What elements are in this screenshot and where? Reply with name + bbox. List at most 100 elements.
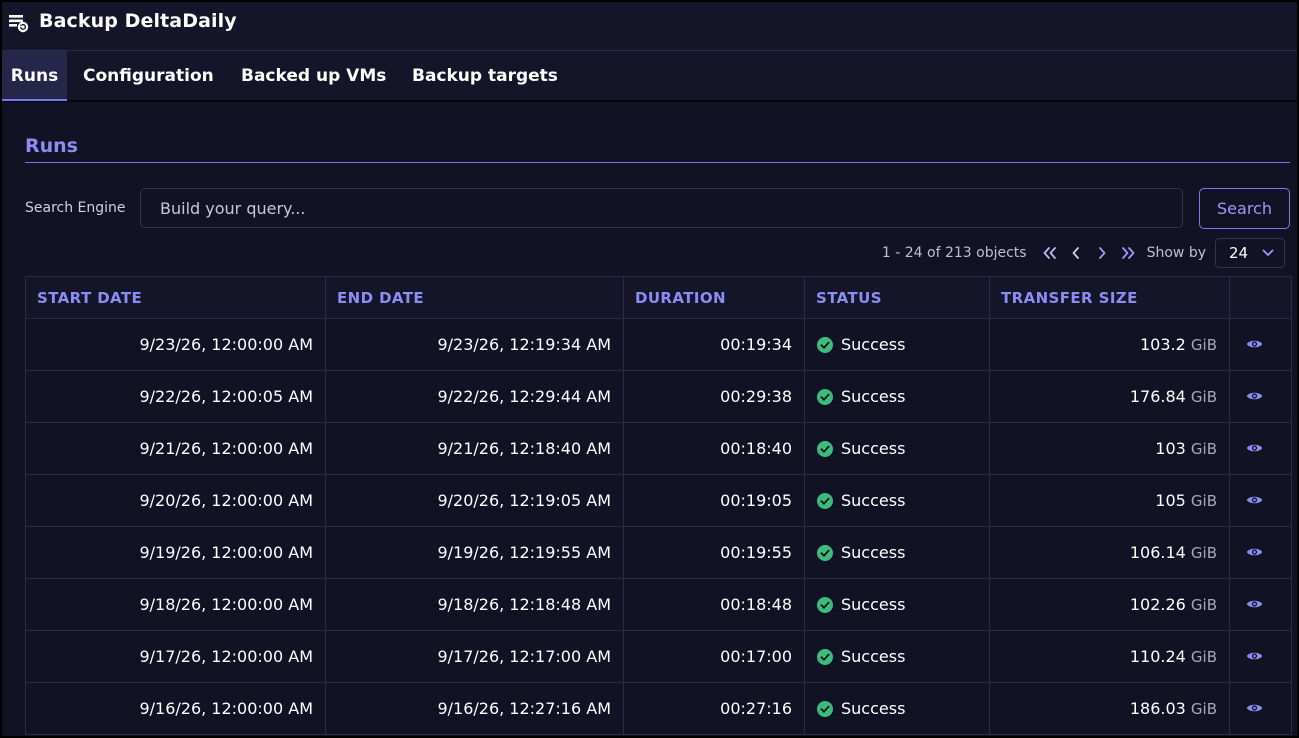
search-input[interactable] [140, 188, 1183, 228]
transfer-size-cell: 105 GiB [989, 474, 1230, 527]
transfer-size-unit: GiB [1190, 336, 1217, 354]
column-header-duration[interactable]: DURATION [623, 276, 805, 319]
transfer-size-unit: GiB [1190, 492, 1217, 510]
transfer-size-unit: GiB [1190, 440, 1217, 458]
app-header: Backup DeltaDaily [2, 2, 1297, 51]
page-size-value: 24 [1229, 244, 1249, 262]
transfer-size-cell: 103.2 GiB [989, 318, 1230, 371]
view-cell [1229, 318, 1292, 371]
transfer-size-value: 102.26 [1129, 595, 1186, 614]
success-check-icon [817, 388, 833, 405]
transfer-size-value: 186.03 [1129, 699, 1186, 718]
tab-configuration[interactable]: Configuration [83, 51, 214, 101]
view-cell [1229, 422, 1292, 475]
transfer-size-value: 103 [1155, 439, 1186, 458]
success-check-icon [817, 492, 833, 509]
view-cell [1229, 526, 1292, 579]
eye-icon[interactable] [1246, 494, 1263, 506]
transfer-size-unit: GiB [1190, 596, 1217, 614]
duration-cell: 00:27:16 [623, 682, 805, 735]
next-page-icon[interactable] [1089, 240, 1115, 266]
table-header: START DATE END DATE DURATION STATUS TRAN… [25, 276, 1292, 319]
status-text: Success [841, 439, 906, 458]
eye-icon[interactable] [1246, 390, 1263, 402]
transfer-size-value: 106.14 [1129, 543, 1186, 562]
eye-icon[interactable] [1246, 338, 1263, 350]
eye-icon[interactable] [1246, 546, 1263, 558]
end-date-cell: 9/23/26, 12:19:34 AM [325, 318, 624, 371]
search-button[interactable]: Search [1199, 188, 1290, 229]
chevron-down-icon [1262, 249, 1274, 256]
transfer-size-cell: 106.14 GiB [989, 526, 1230, 579]
app-title: Backup DeltaDaily [39, 10, 237, 32]
transfer-size-value: 110.24 [1129, 647, 1186, 666]
column-header-end-date[interactable]: END DATE [325, 276, 624, 319]
transfer-size-value: 103.2 [1140, 335, 1186, 354]
transfer-size-value: 105 [1155, 491, 1186, 510]
table-row[interactable]: 9/20/26, 12:00:00 AM 9/20/26, 12:19:05 AM… [25, 474, 1292, 527]
section-divider [25, 162, 1290, 163]
column-header-actions [1229, 276, 1292, 319]
app-window: Backup DeltaDaily Runs Configuration Bac… [0, 0, 1299, 738]
status-cell: Success [804, 422, 990, 475]
transfer-size-value: 176.84 [1129, 387, 1186, 406]
end-date-cell: 9/21/26, 12:18:40 AM [325, 422, 624, 475]
eye-icon[interactable] [1246, 702, 1263, 714]
table-row[interactable]: 9/17/26, 12:00:00 AM 9/17/26, 12:17:00 AM… [25, 630, 1292, 683]
pagination-range: 1 - 24 of 213 objects [881, 245, 1027, 261]
status-cell: Success [804, 578, 990, 631]
eye-icon[interactable] [1246, 598, 1263, 610]
column-header-start-date[interactable]: START DATE [25, 276, 326, 319]
end-date-cell: 9/22/26, 12:29:44 AM [325, 370, 624, 423]
table-row[interactable]: 9/23/26, 12:00:00 AM 9/23/26, 12:19:34 AM… [25, 318, 1292, 371]
first-page-icon[interactable] [1037, 240, 1063, 266]
backup-job-icon [9, 15, 29, 33]
status-text: Success [841, 543, 906, 562]
status-cell: Success [804, 370, 990, 423]
pagination: 1 - 24 of 213 objects Show by 24 [882, 238, 1285, 268]
duration-cell: 00:17:00 [623, 630, 805, 683]
status-text: Success [841, 335, 906, 354]
start-date-cell: 9/16/26, 12:00:00 AM [25, 682, 326, 735]
success-check-icon [817, 648, 833, 665]
tab-runs[interactable]: Runs [2, 51, 67, 101]
status-cell: Success [804, 318, 990, 371]
transfer-size-cell: 110.24 GiB [989, 630, 1230, 683]
success-check-icon [817, 336, 833, 353]
last-page-icon[interactable] [1115, 240, 1141, 266]
table-row[interactable]: 9/22/26, 12:00:05 AM 9/22/26, 12:29:44 AM… [25, 370, 1292, 423]
view-cell [1229, 630, 1292, 683]
start-date-cell: 9/18/26, 12:00:00 AM [25, 578, 326, 631]
duration-cell: 00:29:38 [623, 370, 805, 423]
table-row[interactable]: 9/16/26, 12:00:00 AM 9/16/26, 12:27:16 AM… [25, 682, 1292, 735]
success-check-icon [817, 700, 833, 717]
tab-backup-targets[interactable]: Backup targets [412, 51, 558, 101]
start-date-cell: 9/23/26, 12:00:00 AM [25, 318, 326, 371]
start-date-cell: 9/19/26, 12:00:00 AM [25, 526, 326, 579]
page-size-select[interactable]: 24 [1215, 238, 1285, 268]
status-text: Success [841, 647, 906, 666]
start-date-cell: 9/17/26, 12:00:00 AM [25, 630, 326, 683]
duration-cell: 00:19:34 [623, 318, 805, 371]
table-row[interactable]: 9/21/26, 12:00:00 AM 9/21/26, 12:18:40 AM… [25, 422, 1292, 475]
view-cell [1229, 474, 1292, 527]
status-text: Success [841, 699, 906, 718]
duration-cell: 00:19:55 [623, 526, 805, 579]
success-check-icon [817, 440, 833, 457]
eye-icon[interactable] [1246, 650, 1263, 662]
transfer-size-cell: 103 GiB [989, 422, 1230, 475]
transfer-size-unit: GiB [1190, 544, 1217, 562]
table-row[interactable]: 9/18/26, 12:00:00 AM 9/18/26, 12:18:48 AM… [25, 578, 1292, 631]
tab-backed-up-vms[interactable]: Backed up VMs [241, 51, 386, 101]
search-label: Search Engine [25, 200, 126, 216]
status-cell: Success [804, 526, 990, 579]
table-row[interactable]: 9/19/26, 12:00:00 AM 9/19/26, 12:19:55 AM… [25, 526, 1292, 579]
column-header-status[interactable]: STATUS [804, 276, 990, 319]
previous-page-icon[interactable] [1063, 240, 1089, 266]
end-date-cell: 9/16/26, 12:27:16 AM [325, 682, 624, 735]
column-header-transfer-size[interactable]: TRANSFER SIZE [989, 276, 1230, 319]
success-check-icon [817, 596, 833, 613]
eye-icon[interactable] [1246, 442, 1263, 454]
runs-panel: Runs Search Engine Search 1 - 24 of 213 … [4, 110, 1295, 736]
status-text: Success [841, 491, 906, 510]
